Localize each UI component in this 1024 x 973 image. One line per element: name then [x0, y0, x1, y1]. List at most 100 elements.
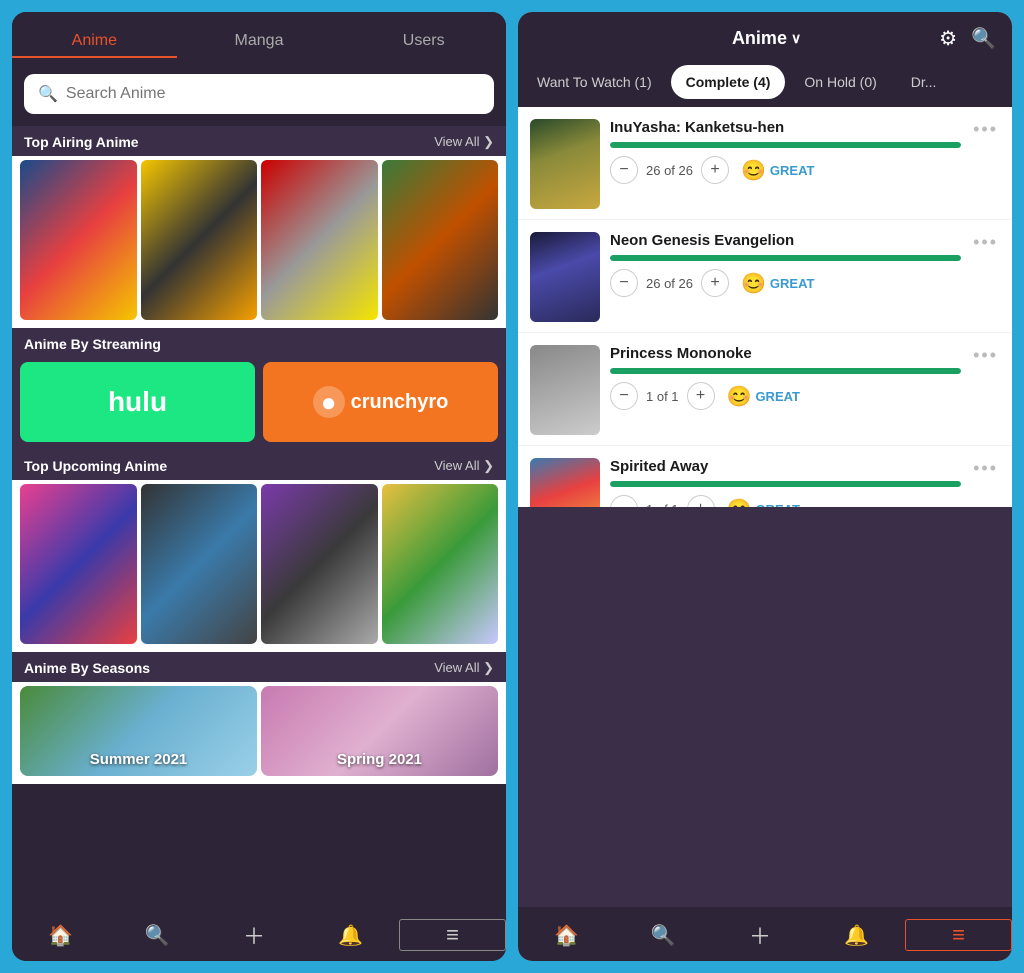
- crunchyroll-text: crunchyro: [351, 391, 449, 414]
- summer-label: Summer 2021: [20, 751, 257, 768]
- top-airing-grid: [12, 156, 506, 328]
- thumb-boruto[interactable]: [141, 160, 258, 320]
- list-item: Spirited Away − 1 of 1 + 😊 GREAT •••: [518, 446, 1012, 507]
- cover-inuyasha[interactable]: [530, 119, 600, 209]
- progress-bg-nge: [610, 255, 961, 261]
- right-nav-list[interactable]: ≡: [905, 919, 1012, 951]
- more-dots-nge[interactable]: •••: [971, 232, 1000, 253]
- rating-emoji-spirited: 😊: [727, 497, 752, 508]
- list-item: InuYasha: Kanketsu-hen − 26 of 26 + 😊 GR…: [518, 107, 1012, 220]
- rating-mononoke: 😊 GREAT: [727, 384, 800, 409]
- right-header-icons: ⚙ 🔍: [939, 26, 996, 51]
- tab-on-hold[interactable]: On Hold (0): [789, 65, 891, 99]
- right-panel: Anime ∨ ⚙ 🔍 Want To Watch (1) Complete (…: [518, 12, 1012, 961]
- left-panel: Anime Manga Users 🔍 Top Airing Anime Vie…: [12, 12, 506, 961]
- right-title: Anime ∨: [732, 28, 801, 49]
- increment-btn-spirited[interactable]: +: [687, 495, 715, 507]
- right-nav-home[interactable]: 🏠: [518, 919, 615, 951]
- rating-text-nge: GREAT: [770, 276, 815, 291]
- ep-count-mononoke: 1 of 1: [646, 389, 679, 404]
- progress-bg-inuyasha: [610, 142, 961, 148]
- thumb-upcoming2[interactable]: [141, 484, 258, 644]
- top-airing-title: Top Airing Anime: [24, 134, 139, 150]
- left-nav-home[interactable]: 🏠: [12, 919, 109, 951]
- right-nav-add[interactable]: ＋: [712, 919, 809, 951]
- top-upcoming-grid: [12, 480, 506, 652]
- left-nav-search[interactable]: 🔍: [109, 919, 206, 951]
- filter-icon[interactable]: ⚙: [939, 26, 957, 51]
- tab-want-to-watch[interactable]: Want To Watch (1): [522, 65, 667, 99]
- right-title-text: Anime: [732, 28, 787, 49]
- ep-count-inuyasha: 26 of 26: [646, 163, 693, 178]
- season-spring[interactable]: Spring 2021: [261, 686, 498, 776]
- left-nav-bell[interactable]: 🔔: [302, 919, 399, 951]
- nav-manga[interactable]: Manga: [177, 26, 342, 58]
- chevron-down-icon: ∨: [791, 30, 801, 47]
- thumb-one-piece[interactable]: [20, 160, 137, 320]
- search-bar: 🔍: [24, 74, 494, 114]
- increment-btn-nge[interactable]: +: [701, 269, 729, 297]
- decrement-btn-mononoke[interactable]: −: [610, 382, 638, 410]
- crunchyroll-card[interactable]: ● crunchyro: [263, 362, 498, 442]
- thumb-conan[interactable]: [261, 160, 378, 320]
- more-dots-spirited[interactable]: •••: [971, 458, 1000, 479]
- thumb-upcoming1[interactable]: [20, 484, 137, 644]
- decrement-btn-nge[interactable]: −: [610, 269, 638, 297]
- right-bottom-nav: 🏠 🔍 ＋ 🔔 ≡: [518, 907, 1012, 961]
- top-airing-view-all[interactable]: View All ❯: [434, 134, 494, 150]
- left-nav-add[interactable]: ＋: [206, 919, 303, 951]
- more-dots-mononoke[interactable]: •••: [971, 345, 1000, 366]
- tab-complete[interactable]: Complete (4): [671, 65, 786, 99]
- tab-dropped[interactable]: Dr...: [896, 65, 952, 99]
- ep-count-nge: 26 of 26: [646, 276, 693, 291]
- left-bottom-nav: 🏠 🔍 ＋ 🔔 ≡: [12, 907, 506, 961]
- seasons-header: Anime By Seasons View All ❯: [12, 652, 506, 682]
- list-item: Neon Genesis Evangelion − 26 of 26 + 😊 G…: [518, 220, 1012, 333]
- search-icon-right[interactable]: 🔍: [971, 26, 996, 51]
- nav-users[interactable]: Users: [341, 26, 506, 58]
- seasons-grid: Summer 2021 Spring 2021: [12, 682, 506, 784]
- right-nav-bell[interactable]: 🔔: [808, 919, 905, 951]
- top-airing-header: Top Airing Anime View All ❯: [12, 126, 506, 156]
- rating-emoji-inuyasha: 😊: [741, 158, 766, 183]
- seasons-title: Anime By Seasons: [24, 660, 150, 676]
- thumb-upcoming4[interactable]: [382, 484, 499, 644]
- rating-inuyasha: 😊 GREAT: [741, 158, 814, 183]
- cover-nge[interactable]: [530, 232, 600, 322]
- anime-info-nge: Neon Genesis Evangelion − 26 of 26 + 😊 G…: [610, 232, 961, 297]
- left-nav: Anime Manga Users: [12, 12, 506, 66]
- top-upcoming-header: Top Upcoming Anime View All ❯: [12, 450, 506, 480]
- increment-btn-mononoke[interactable]: +: [687, 382, 715, 410]
- nav-anime[interactable]: Anime: [12, 26, 177, 58]
- rating-nge: 😊 GREAT: [741, 271, 814, 296]
- top-airing-section: Top Airing Anime View All ❯: [12, 126, 506, 328]
- thumb-upcoming3[interactable]: [261, 484, 378, 644]
- search-input[interactable]: [66, 85, 480, 103]
- cover-mononoke[interactable]: [530, 345, 600, 435]
- right-empty-space: [518, 507, 1012, 907]
- progress-fill-spirited: [610, 481, 961, 487]
- top-upcoming-view-all[interactable]: View All ❯: [434, 458, 494, 474]
- seasons-section: Anime By Seasons View All ❯ Summer 2021 …: [12, 652, 506, 784]
- search-icon: 🔍: [38, 84, 58, 104]
- cover-spirited[interactable]: [530, 458, 600, 507]
- tabs-bar: Want To Watch (1) Complete (4) On Hold (…: [518, 65, 1012, 107]
- thumb-anime4[interactable]: [382, 160, 499, 320]
- seasons-view-all[interactable]: View All ❯: [434, 660, 494, 676]
- hulu-card[interactable]: hulu: [20, 362, 255, 442]
- anime-info-mononoke: Princess Mononoke − 1 of 1 + 😊 GREAT: [610, 345, 961, 410]
- streaming-title: Anime By Streaming: [24, 336, 161, 352]
- right-nav-search[interactable]: 🔍: [615, 919, 712, 951]
- season-summer[interactable]: Summer 2021: [20, 686, 257, 776]
- progress-fill-nge: [610, 255, 961, 261]
- progress-bg-spirited: [610, 481, 961, 487]
- rating-spirited: 😊 GREAT: [727, 497, 800, 508]
- anime-title-mononoke: Princess Mononoke: [610, 345, 961, 362]
- decrement-btn-spirited[interactable]: −: [610, 495, 638, 507]
- spring-label: Spring 2021: [261, 751, 498, 768]
- right-header: Anime ∨ ⚙ 🔍: [518, 12, 1012, 65]
- increment-btn-inuyasha[interactable]: +: [701, 156, 729, 184]
- left-nav-list[interactable]: ≡: [399, 919, 506, 951]
- more-dots-inuyasha[interactable]: •••: [971, 119, 1000, 140]
- decrement-btn-inuyasha[interactable]: −: [610, 156, 638, 184]
